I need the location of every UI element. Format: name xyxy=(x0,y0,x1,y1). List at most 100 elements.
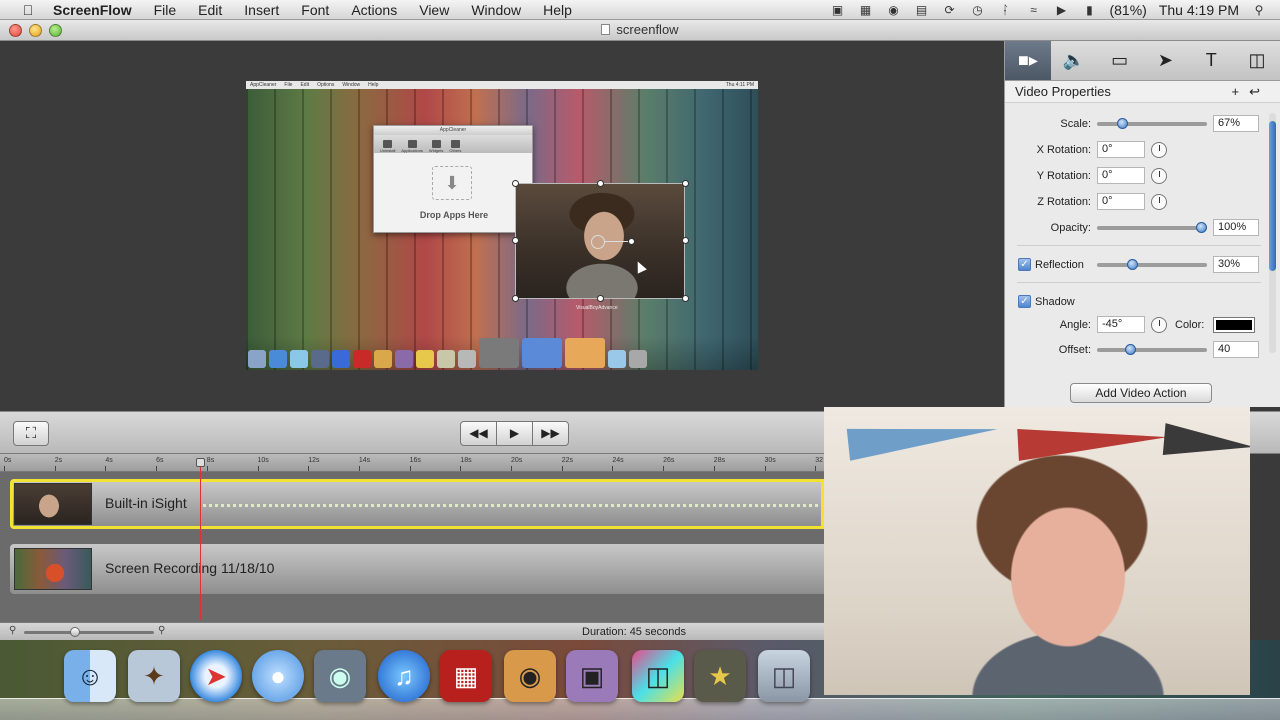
display-icon[interactable]: ▤ xyxy=(912,3,930,17)
iphoto-icon[interactable]: ◉ xyxy=(504,650,556,702)
track-screen-recording[interactable]: Screen Recording 11/18/10 xyxy=(10,544,824,594)
canvas-area[interactable]: AppCleaner File Edit Options Window Help… xyxy=(0,41,1004,411)
fast-forward-icon[interactable]: ▶▶ xyxy=(532,421,569,446)
resize-handle-tm[interactable] xyxy=(597,180,604,187)
resize-handle-bm[interactable] xyxy=(597,295,604,302)
finder-icon[interactable]: ☺ xyxy=(64,650,116,702)
track-name: Built-in iSight xyxy=(105,495,187,511)
time-machine-icon[interactable]: ◷ xyxy=(968,3,986,17)
trash-icon[interactable]: ◫ xyxy=(758,650,810,702)
app-menu[interactable]: ScreenFlow xyxy=(42,0,143,20)
offset-knob[interactable] xyxy=(1124,344,1136,355)
volume-icon[interactable]: ▶ xyxy=(1052,3,1070,17)
timeline-zoom-slider[interactable] xyxy=(24,631,154,634)
scale-value[interactable]: 67% xyxy=(1213,115,1259,132)
rewind-icon[interactable]: ◀◀ xyxy=(460,421,497,446)
reflection-knob[interactable] xyxy=(1126,259,1138,270)
imovie-icon[interactable]: ▣ xyxy=(566,650,618,702)
offset-value[interactable]: 40 xyxy=(1213,341,1259,358)
onoff-icon[interactable]: ◉ xyxy=(884,3,902,17)
rotation-handle[interactable] xyxy=(628,238,635,245)
play-icon[interactable]: ▶ xyxy=(496,421,533,446)
resize-handle-ml[interactable] xyxy=(512,237,519,244)
mail-icon[interactable]: ✦ xyxy=(128,650,180,702)
media-library-icon[interactable]: ◫ xyxy=(1234,41,1280,80)
screenflow-icon[interactable]: ◫ xyxy=(632,650,684,702)
resize-handle-bl[interactable] xyxy=(512,295,519,302)
menu-edit[interactable]: Edit xyxy=(187,0,233,20)
zoom-out-icon[interactable]: ⚲ xyxy=(9,625,16,636)
timeline[interactable]: Built-in iSight Screen Recording 11/18/1… xyxy=(0,472,824,622)
menu-help[interactable]: Help xyxy=(532,0,583,20)
ichat-icon[interactable]: ● xyxy=(252,650,304,702)
screenflow-record-icon[interactable]: ▣ xyxy=(828,3,846,17)
scale-slider[interactable] xyxy=(1097,118,1207,129)
z-rotation-dial-icon[interactable] xyxy=(1151,194,1167,210)
opacity-value[interactable]: 100% xyxy=(1213,219,1259,236)
video-camera-icon[interactable]: ■▸ xyxy=(1005,41,1051,80)
inspector-scrollbar[interactable] xyxy=(1269,113,1276,353)
shadow-color-well[interactable] xyxy=(1213,317,1255,333)
facetime-icon[interactable]: ◉ xyxy=(314,650,366,702)
safari-icon[interactable]: ➤ xyxy=(190,650,242,702)
playhead[interactable] xyxy=(200,458,201,620)
wifi-icon[interactable]: ≈ xyxy=(1024,3,1042,17)
reflection-value[interactable]: 30% xyxy=(1213,256,1259,273)
screen-icon[interactable]: ▭ xyxy=(1097,41,1143,80)
y-rotation-row: Y Rotation: 0° xyxy=(1005,165,1267,187)
y-rotation-field[interactable]: 0° xyxy=(1097,167,1145,184)
itunes-icon[interactable]: ♫ xyxy=(378,650,430,702)
zoom-in-icon[interactable]: ⚲ xyxy=(158,625,165,636)
reflection-checkbox[interactable]: ✓ xyxy=(1018,258,1031,271)
menu-actions[interactable]: Actions xyxy=(340,0,408,20)
playhead-handle[interactable] xyxy=(196,458,205,467)
photo-booth-icon[interactable]: ▦ xyxy=(440,650,492,702)
video-properties-header: Video Properties +↩ xyxy=(1005,81,1280,103)
menu-clock[interactable]: Thu 4:19 PM xyxy=(1159,2,1239,18)
ruler-tick: 16s xyxy=(409,457,421,471)
audio-icon[interactable]: 🔈 xyxy=(1051,41,1097,80)
imovie-star-icon[interactable]: ★ xyxy=(694,650,746,702)
resize-handle-br[interactable] xyxy=(682,295,689,302)
callout-cursor-icon[interactable]: ➤ xyxy=(1142,41,1188,80)
menu-file[interactable]: File xyxy=(143,0,188,20)
x-rotation-field[interactable]: 0° xyxy=(1097,141,1145,158)
battery-icon[interactable]: ▮ xyxy=(1080,3,1098,17)
scrollbar-thumb[interactable] xyxy=(1269,121,1276,271)
resize-handle-mr[interactable] xyxy=(682,237,689,244)
add-icon[interactable]: + xyxy=(1232,84,1250,99)
preview-canvas[interactable]: AppCleaner File Edit Options Window Help… xyxy=(246,81,758,370)
menu-font[interactable]: Font xyxy=(290,0,340,20)
preview-clock: Thu 4:11 PM xyxy=(725,82,754,88)
timeline-ruler[interactable]: 0s 2s 4s 6s 8s 10s 12s 14s 16s 18s 20s 22s 24s 26s 28s… xyxy=(0,454,824,472)
menu-window[interactable]: Window xyxy=(460,0,532,20)
sync-icon[interactable]: ⟳ xyxy=(940,3,958,17)
menu-insert[interactable]: Insert xyxy=(233,0,290,20)
z-rotation-field[interactable]: 0° xyxy=(1097,193,1145,210)
offset-slider[interactable] xyxy=(1097,344,1207,355)
menu-view[interactable]: View xyxy=(408,0,460,20)
shadow-checkbox[interactable]: ✓ xyxy=(1018,295,1031,308)
spotlight-icon[interactable]: ⚲ xyxy=(1250,3,1268,17)
x-rotation-dial-icon[interactable] xyxy=(1151,142,1167,158)
angle-field[interactable]: -45° xyxy=(1097,316,1145,333)
crop-icon[interactable]: ⛶ xyxy=(13,421,49,446)
reflection-slider[interactable] xyxy=(1097,259,1207,270)
opacity-slider[interactable] xyxy=(1097,222,1207,233)
preview-dock-icon xyxy=(522,338,562,368)
text-icon[interactable]: T xyxy=(1188,41,1234,80)
resize-handle-tl[interactable] xyxy=(512,180,519,187)
apple-menu-icon[interactable]:  xyxy=(14,2,42,18)
opacity-knob[interactable] xyxy=(1196,222,1207,233)
rotation-control-icon[interactable] xyxy=(591,235,605,249)
bluetooth-icon[interactable]: ᛛ xyxy=(996,3,1014,17)
resize-handle-tr[interactable] xyxy=(682,180,689,187)
angle-dial-icon[interactable] xyxy=(1151,317,1167,333)
timeline-zoom-knob[interactable] xyxy=(70,627,80,637)
add-video-action-button[interactable]: Add Video Action xyxy=(1070,383,1212,403)
y-rotation-dial-icon[interactable] xyxy=(1151,168,1167,184)
film-icon[interactable]: ▦ xyxy=(856,3,874,17)
track-built-in-isight[interactable]: Built-in iSight xyxy=(10,479,824,529)
scale-knob[interactable] xyxy=(1116,118,1128,129)
revert-icon[interactable]: ↩ xyxy=(1249,84,1270,99)
